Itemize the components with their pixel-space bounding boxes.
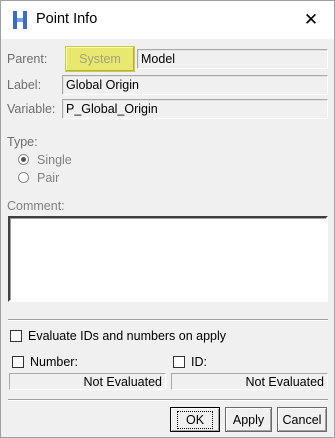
parent-system-button[interactable]: System (65, 46, 135, 72)
title-bar: Point Info ✕ (1, 1, 334, 39)
separator (8, 319, 328, 321)
separator (8, 399, 328, 401)
label-label: Label: (7, 78, 42, 92)
parent-label: Parent: (7, 52, 48, 66)
close-icon: ✕ (303, 10, 319, 29)
comment-textarea[interactable] (8, 216, 328, 302)
type-single-label: Single (37, 153, 72, 167)
type-pair-radio[interactable] (18, 172, 29, 183)
number-label: Number: (30, 355, 78, 369)
number-checkbox[interactable] (12, 356, 24, 368)
cancel-button[interactable]: Cancel (277, 407, 327, 432)
number-status: Not Evaluated (9, 373, 166, 390)
ok-button-label: OK (176, 410, 214, 429)
id-label: ID: (191, 355, 207, 369)
hyperworks-logo-icon (11, 10, 29, 30)
point-info-dialog: Point Info ✕ Parent: System Model Label:… (0, 0, 335, 438)
id-checkbox[interactable] (173, 356, 185, 368)
close-button[interactable]: ✕ (292, 5, 330, 35)
apply-button[interactable]: Apply (225, 407, 272, 432)
variable-label: Variable: (7, 102, 56, 116)
evaluate-label: Evaluate IDs and numbers on apply (28, 329, 227, 343)
evaluate-checkbox[interactable] (10, 330, 22, 342)
window-title: Point Info (36, 11, 98, 27)
variable-field[interactable]: P_Global_Origin (62, 99, 328, 119)
comment-label: Comment: (7, 199, 65, 213)
type-pair-label: Pair (37, 171, 60, 185)
parent-field[interactable]: Model (137, 49, 328, 69)
type-label: Type: (7, 135, 38, 149)
label-field[interactable]: Global Origin (62, 75, 328, 95)
id-status: Not Evaluated (171, 373, 328, 390)
ok-button[interactable]: OK (170, 407, 220, 432)
type-single-radio[interactable] (18, 154, 29, 165)
